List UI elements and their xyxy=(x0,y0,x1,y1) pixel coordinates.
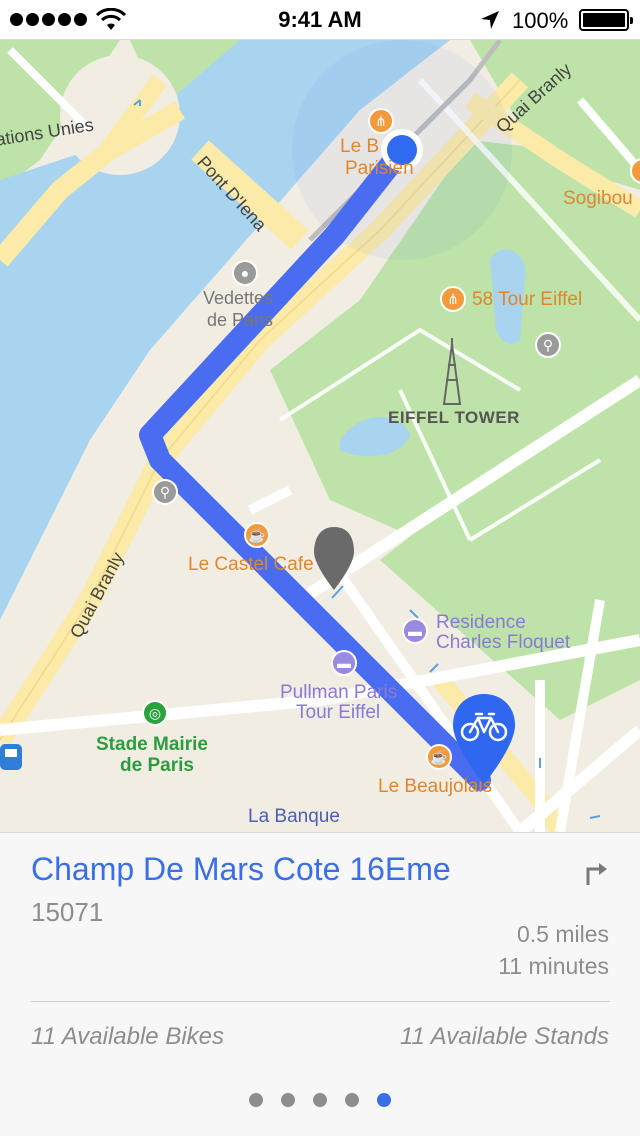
poi-label-residence: Residence xyxy=(436,612,526,633)
poi-label-parisien: Parisien xyxy=(345,158,414,179)
restaurant-icon[interactable]: ⋔ xyxy=(368,108,394,134)
available-stands: 11 Available Stands xyxy=(399,1023,609,1050)
poi-label-pullman-paris: Pullman Paris xyxy=(280,682,398,703)
station-duration: 11 minutes xyxy=(498,953,609,979)
cafe-icon[interactable]: ☕ xyxy=(244,522,270,548)
battery-icon xyxy=(579,9,633,31)
page-dot[interactable] xyxy=(345,1093,359,1107)
page-indicator[interactable] xyxy=(0,1093,640,1107)
poi-label-stade-de-paris: de Paris xyxy=(120,755,194,776)
poi-label-tour-eiffel: Tour Eiffel xyxy=(296,702,381,723)
poi-label-eiffel-tower: EIFFEL TOWER xyxy=(388,408,520,427)
poi-label-vedettes: Vedettes xyxy=(203,288,274,308)
station-distance: 0.5 miles xyxy=(516,921,609,947)
battery-percentage: 100% xyxy=(512,8,569,33)
turn-right-icon[interactable] xyxy=(583,859,611,887)
poi-label-le-b: Le B xyxy=(340,136,380,157)
bike-station-pin-icon[interactable] xyxy=(451,692,517,788)
hotel-icon[interactable]: ▬ xyxy=(402,618,428,644)
poi-label-de-paris: de Paris xyxy=(207,310,274,330)
page-dot[interactable] xyxy=(281,1093,295,1107)
poi-label-charles-floquet: Charles Floquet xyxy=(436,632,571,653)
page-dot[interactable] xyxy=(249,1093,263,1107)
poi-label-stade-mairie: Stade Mairie xyxy=(96,734,208,755)
landmark-icon[interactable]: ● xyxy=(232,260,258,286)
poi-label-le-castel-cafe: Le Castel Cafe xyxy=(188,554,314,575)
available-bikes: 11 Available Bikes xyxy=(31,1023,225,1050)
poi-label-58-tour-eiffel: 58 Tour Eiffel xyxy=(472,289,583,310)
station-name[interactable]: Champ De Mars Cote 16Eme xyxy=(31,851,451,888)
page-dot[interactable] xyxy=(313,1093,327,1107)
restroom-icon[interactable]: ⚲ xyxy=(152,479,178,505)
station-id: 15071 xyxy=(31,897,104,927)
restroom-icon[interactable]: ⚲ xyxy=(535,332,561,358)
card-divider xyxy=(31,1001,610,1002)
cafe-icon[interactable]: ☕ xyxy=(426,744,452,770)
page-dot[interactable] xyxy=(377,1093,391,1107)
restaurant-icon[interactable]: ⋔ xyxy=(440,286,466,312)
hotel-icon[interactable]: ▬ xyxy=(331,650,357,676)
map-view[interactable]: ations Unies Pont D'Iena Quai Branly Qua… xyxy=(0,40,640,832)
location-arrow-icon xyxy=(481,11,499,29)
status-bar: 9:41 AM 100% xyxy=(0,0,640,40)
poi-label-sogibou: Sogibou xyxy=(563,188,633,209)
poi-label-la-banque: La Banque xyxy=(248,806,340,827)
stadium-icon[interactable]: ◎ xyxy=(142,700,168,726)
station-info-card[interactable]: Champ De Mars Cote 16Eme 15071 0.5 miles… xyxy=(0,832,640,1136)
